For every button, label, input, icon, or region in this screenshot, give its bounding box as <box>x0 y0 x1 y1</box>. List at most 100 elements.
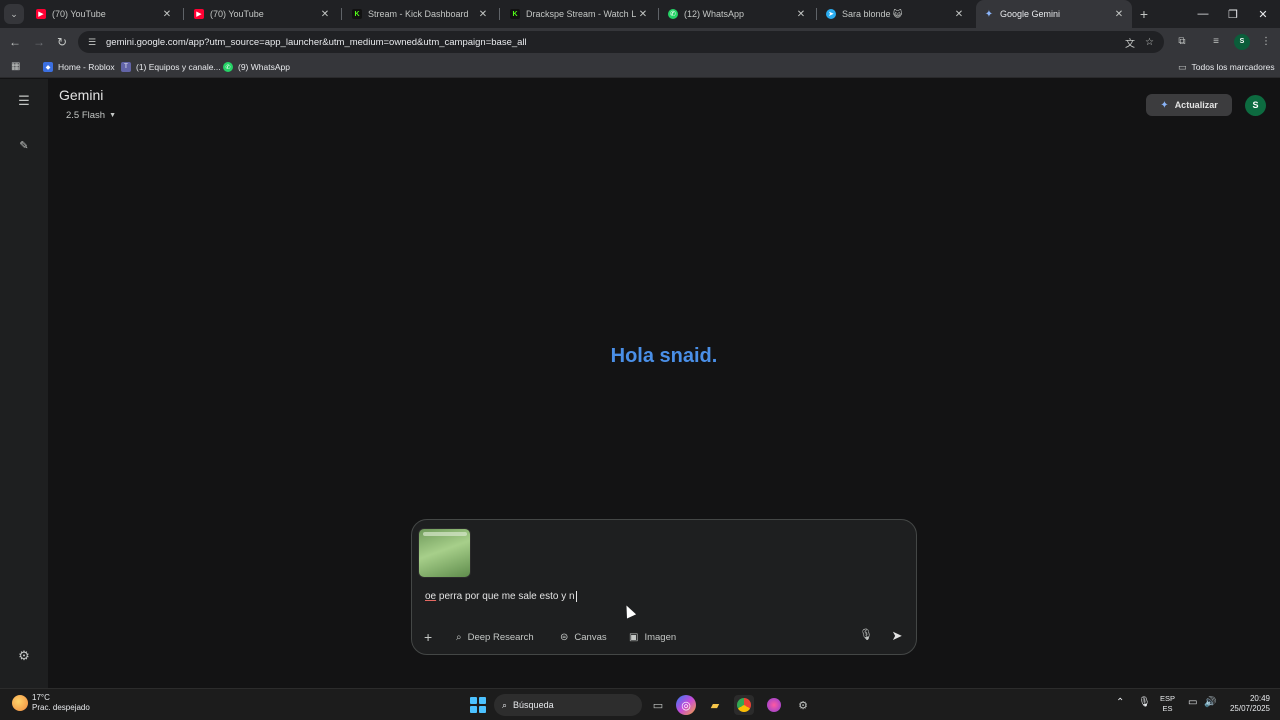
caret-down-icon: ▼ <box>109 111 117 119</box>
copilot-icon[interactable]: ◎ <box>676 695 696 715</box>
weather-sun-icon <box>12 695 28 711</box>
weather-widget[interactable]: 17°C Prac. despejado <box>12 693 90 713</box>
browser-profile-avatar[interactable]: S <box>1234 34 1250 50</box>
bookmark-roblox[interactable]: ◆ Home - Roblox <box>43 60 115 74</box>
pinned-app-logo <box>767 698 781 712</box>
settings-gear-icon[interactable]: ⚙ <box>14 646 34 666</box>
chrome-icon[interactable] <box>734 695 754 715</box>
tab-title: Sara blonde 😺 <box>842 8 903 19</box>
attached-image-thumbnail[interactable] <box>418 528 471 578</box>
close-icon[interactable]: ✕ <box>794 9 808 20</box>
all-bookmarks-label: Todos los marcadores <box>1191 62 1275 72</box>
upgrade-label: Actualizar <box>1174 100 1218 110</box>
restore-button[interactable]: ❐ <box>1218 0 1248 28</box>
upgrade-button[interactable]: ✦ Actualizar <box>1146 94 1232 116</box>
deep-research-icon: ⌕ <box>456 631 462 643</box>
close-icon[interactable]: ✕ <box>1112 9 1126 20</box>
tab-google-gemini[interactable]: ✦ Google Gemini ✕ <box>976 0 1132 28</box>
misspelled-word: oe <box>425 591 437 603</box>
tab-youtube-1[interactable]: ▶ (70) YouTube ✕ <box>28 0 180 28</box>
close-icon[interactable]: ✕ <box>476 9 490 20</box>
tab-youtube-2[interactable]: ▶ (70) YouTube ✕ <box>186 0 338 28</box>
minimize-button[interactable]: — <box>1188 0 1218 28</box>
volume-icon[interactable]: 🔊 <box>1204 697 1216 708</box>
image-button[interactable]: ▣ Imagen <box>629 630 676 644</box>
thumbnail-header-bar <box>423 532 467 536</box>
tab-divider <box>816 8 817 20</box>
send-icon: ➤ <box>891 628 903 643</box>
media-controls-icon[interactable]: ≡ <box>1208 34 1224 50</box>
close-icon[interactable]: ✕ <box>318 9 332 20</box>
prompt-input[interactable]: oe perra por que me sale esto y n <box>425 591 577 602</box>
tab-title: Drackspe Stream - Watch Live <box>526 9 636 19</box>
canvas-icon: ⊜ <box>560 631 569 643</box>
extensions-icon[interactable]: ⧉ <box>1174 34 1190 50</box>
system-clock[interactable]: 20:49 25/07/2025 <box>1226 694 1270 714</box>
tab-title: Google Gemini <box>1000 9 1061 19</box>
forward-arrow-icon[interactable]: → <box>30 33 48 51</box>
greeting-text: Hola snaid. <box>610 345 718 367</box>
new-chat-icon[interactable]: ✎ <box>14 136 34 156</box>
folder-icon: ▭ <box>1178 61 1187 72</box>
close-icon[interactable]: ✕ <box>160 9 174 20</box>
more-menu-icon[interactable]: ⋮ <box>1258 34 1274 50</box>
translate-icon[interactable]: 文 <box>1125 35 1135 50</box>
tab-divider <box>658 8 659 20</box>
deep-research-label: Deep Research <box>467 631 534 643</box>
tray-microphone-icon[interactable]: 🎙 <box>1138 697 1151 708</box>
tab-search-button[interactable]: ⌄ <box>4 4 24 24</box>
microphone-icon[interactable]: 🎙 <box>859 627 873 643</box>
account-avatar[interactable]: S <box>1245 95 1266 116</box>
tab-telegram[interactable]: ➤ Sara blonde 😺 ✕ <box>818 0 972 28</box>
tab-divider <box>499 8 500 20</box>
model-selector[interactable]: 2.5 Flash ▼ <box>60 107 122 123</box>
tab-whatsapp[interactable]: ✆ (12) WhatsApp ✕ <box>660 0 814 28</box>
input-language[interactable]: ESP ES <box>1160 694 1175 714</box>
url-text: gemini.google.com/app?utm_source=app_lau… <box>106 36 527 48</box>
youtube-icon: ▶ <box>36 9 46 19</box>
file-explorer-icon[interactable]: ▰ <box>705 695 725 715</box>
bookmark-star-icon[interactable]: ☆ <box>1145 37 1154 48</box>
canvas-button[interactable]: ⊜ Canvas <box>560 630 607 644</box>
app-icon-pinned[interactable] <box>764 695 784 715</box>
task-view-icon[interactable]: ▭ <box>648 695 668 715</box>
side-rail: ☰ ✎ ⚙ <box>0 79 48 688</box>
send-button[interactable]: ➤ <box>885 624 909 648</box>
bookmark-whatsapp[interactable]: ✆ (9) WhatsApp <box>223 60 290 74</box>
tab-kick-dashboard[interactable]: K Stream - Kick Dashboard ✕ <box>344 0 496 28</box>
text-caret <box>575 591 577 602</box>
apps-grid-icon[interactable]: ▦ <box>11 61 23 73</box>
network-icon[interactable]: ▭ <box>1188 697 1197 708</box>
taskbar-search[interactable]: ⌕ Búsqueda <box>494 694 642 716</box>
tab-title: (12) WhatsApp <box>684 9 745 19</box>
windows-start-icon[interactable] <box>470 697 486 713</box>
telegram-icon: ➤ <box>826 9 836 19</box>
prompt-text-rest: perra por que me sale esto y n <box>436 591 575 603</box>
steam-icon[interactable]: ⚙ <box>793 695 813 715</box>
tab-strip: ⌄ ▶ (70) YouTube ✕ ▶ (70) YouTube ✕ K St… <box>0 0 1280 28</box>
bookmark-label: (1) Equipos y canale... <box>136 62 221 72</box>
all-bookmarks[interactable]: ▭ Todos los marcadores <box>1178 60 1275 74</box>
gemini-app: ☰ ✎ ⚙ Gemini 2.5 Flash ▼ ✦ Actualizar S … <box>0 79 1280 688</box>
tab-drackspe-stream[interactable]: K Drackspe Stream - Watch Live ✕ <box>502 0 656 28</box>
canvas-label: Canvas <box>574 631 607 643</box>
browser-toolbar: ← → ↻ ☰ gemini.google.com/app?utm_source… <box>0 28 1280 56</box>
add-attachment-button[interactable]: + <box>424 629 432 645</box>
bookmark-teams[interactable]: T (1) Equipos y canale... <box>121 60 221 74</box>
close-icon[interactable]: ✕ <box>952 9 966 20</box>
tray-overflow-icon[interactable]: ⌃ <box>1116 697 1124 708</box>
close-icon[interactable]: ✕ <box>636 9 650 20</box>
taskbar: 17°C Prac. despejado ⌕ Búsqueda ▭ ◎ ▰ ⚙ … <box>0 688 1280 720</box>
back-arrow-icon[interactable]: ← <box>6 33 24 51</box>
reload-icon[interactable]: ↻ <box>53 33 71 51</box>
new-tab-button[interactable]: + <box>1136 6 1152 22</box>
menu-icon[interactable]: ☰ <box>14 91 34 111</box>
prompt-composer: oe perra por que me sale esto y n + ⌕ De… <box>411 519 917 655</box>
window-close-button[interactable]: ✕ <box>1248 0 1278 28</box>
bookmarks-bar: ▦ ◆ Home - Roblox T (1) Equipos y canale… <box>0 56 1280 78</box>
site-info-icon[interactable]: ☰ <box>86 36 98 48</box>
roblox-icon: ◆ <box>43 62 53 72</box>
bookmark-label: Home - Roblox <box>58 62 115 72</box>
deep-research-button[interactable]: ⌕ Deep Research <box>456 630 534 644</box>
address-bar[interactable]: ☰ gemini.google.com/app?utm_source=app_l… <box>78 31 1164 53</box>
